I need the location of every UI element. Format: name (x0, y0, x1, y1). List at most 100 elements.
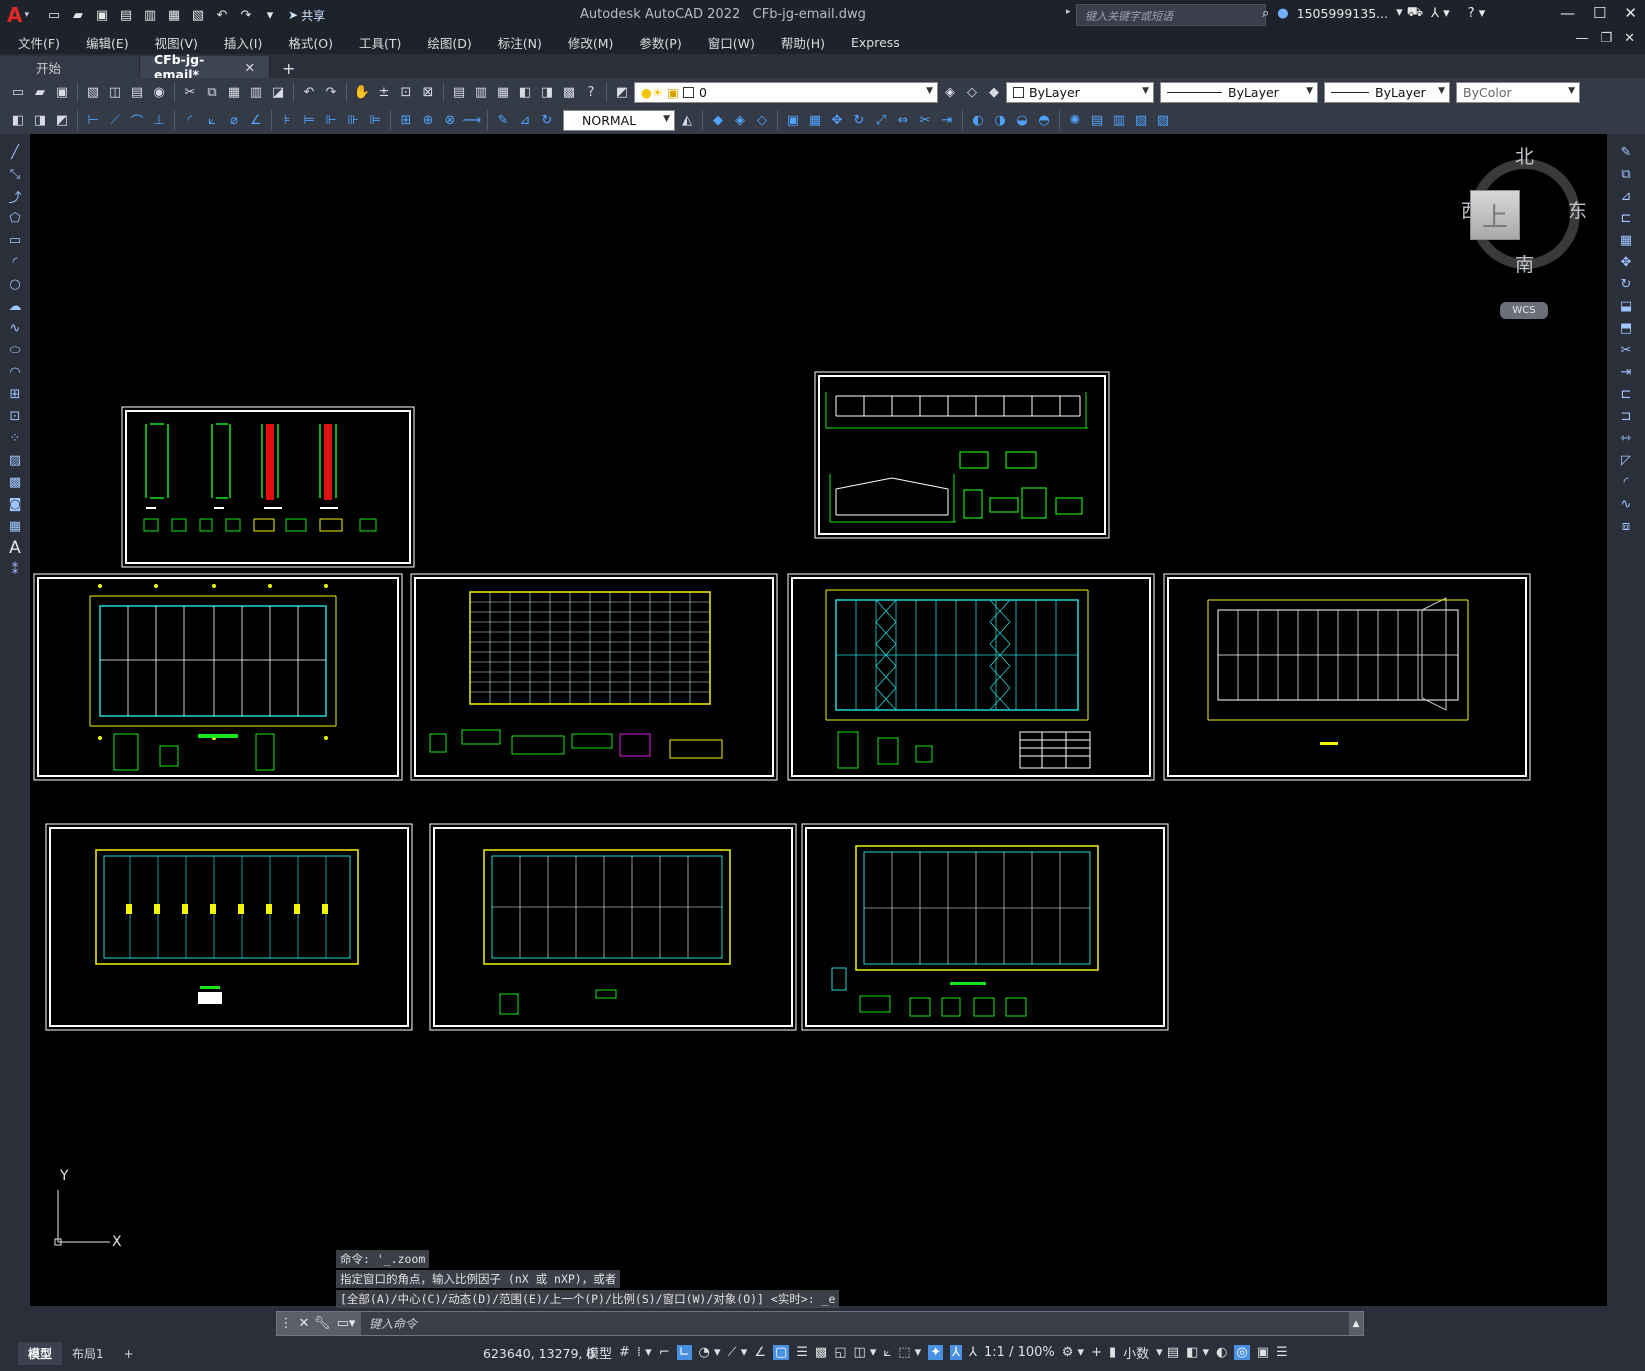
lock-ui-icon[interactable]: ◧ ▾ (1186, 1345, 1209, 1360)
aligned-dim-icon[interactable]: ⟋ (105, 110, 125, 130)
close-icon[interactable]: ✕ (295, 1316, 313, 1331)
export-icon[interactable]: ▦ (164, 5, 184, 25)
arc-length-icon[interactable]: ⌒ (127, 110, 147, 130)
revcloud-icon[interactable]: ☁ (4, 296, 26, 316)
isolate-objects-icon[interactable]: ◐ (1216, 1345, 1227, 1360)
help-search-input[interactable]: 键入关键字或短语 (1076, 4, 1266, 26)
move-icon[interactable]: ✥ (1615, 252, 1637, 272)
array-icon[interactable]: ▦ (805, 110, 825, 130)
layer-state-icon[interactable]: ◆ (984, 82, 1004, 102)
offset-icon[interactable]: ⊏ (1615, 208, 1637, 228)
erase-icon[interactable]: ◆ (708, 110, 728, 130)
command-input[interactable]: 键入命令 (361, 1312, 1349, 1335)
customize-icon[interactable]: 🔧︎ (313, 1316, 331, 1331)
infer-icon[interactable]: ⌐ (659, 1345, 670, 1360)
mirror-icon[interactable]: ◇ (752, 110, 772, 130)
add-layout-icon[interactable]: + (114, 1344, 144, 1364)
plot-icon[interactable]: ▧ (83, 82, 103, 102)
model-space-button[interactable]: 模型 (586, 1343, 612, 1362)
cut-icon[interactable]: ✂ (180, 82, 200, 102)
quick-dim-icon[interactable]: ⊧ (277, 110, 297, 130)
undo-icon[interactable]: ↶ (299, 82, 319, 102)
join-icon[interactable]: ⇿ (1615, 428, 1637, 448)
sheet-purlin-layout[interactable] (429, 823, 797, 1031)
tab-model[interactable]: 模型 (18, 1342, 63, 1365)
ortho-icon[interactable]: ∟ (676, 1345, 692, 1360)
rectangle-icon[interactable]: ▭ (4, 230, 26, 250)
doc-minimize-icon[interactable]: — (1575, 31, 1588, 46)
minimize-icon[interactable]: — (1560, 4, 1575, 22)
tool-3-icon[interactable]: ◩ (52, 110, 72, 130)
extend-icon[interactable]: ⇥ (937, 110, 957, 130)
point-icon[interactable]: ⁘ (4, 428, 26, 448)
sheet-foundation-plan[interactable] (33, 573, 403, 781)
calculator-icon[interactable]: ▩ (559, 82, 579, 102)
sheet-elevation[interactable] (814, 371, 1110, 539)
add-selected-icon[interactable]: ⁑ (4, 560, 26, 580)
blend-icon[interactable]: ∿ (1615, 494, 1637, 514)
grid-icon[interactable]: # (619, 1345, 630, 1360)
doc-close-icon[interactable]: ✕ (1624, 31, 1635, 46)
inspect-icon[interactable]: ⊗ (440, 110, 460, 130)
new-file-icon[interactable]: ▭ (44, 5, 64, 25)
open-icon[interactable]: ▰ (30, 82, 50, 102)
design-center-icon[interactable]: ▥ (471, 82, 491, 102)
viewcube-top-face[interactable]: 上 (1470, 190, 1520, 240)
auto-scale-icon[interactable]: ⅄ (969, 1345, 977, 1360)
pan-icon[interactable]: ✋ (352, 82, 372, 102)
break-at-point-icon[interactable]: ◐ (968, 110, 988, 130)
menu-window[interactable]: 窗口(W) (708, 33, 755, 52)
osnap-tracking-icon[interactable]: ∠ (754, 1345, 766, 1360)
break-at-point-icon[interactable]: ⊐ (1615, 406, 1637, 426)
chevron-up-icon[interactable]: ▲ (1349, 1319, 1363, 1329)
array-icon[interactable]: ▦ (1615, 230, 1637, 250)
trim-icon[interactable]: ✂ (915, 110, 935, 130)
construction-line-icon[interactable]: ⤡ (4, 164, 26, 184)
chamfer-icon[interactable]: ◒ (1012, 110, 1032, 130)
sheet-roof-plan[interactable] (410, 573, 778, 781)
sheet-wall-plan[interactable] (1163, 573, 1531, 781)
viewcube-east[interactable]: 东 (1568, 196, 1587, 223)
menu-edit[interactable]: 编辑(E) (86, 33, 129, 52)
save-icon[interactable]: ▣ (92, 5, 112, 25)
tool-1-icon[interactable]: ◧ (8, 110, 28, 130)
recent-commands-icon[interactable]: ▭▾ (331, 1316, 361, 1331)
hatch-edit-icon[interactable]: ▨ (1153, 110, 1173, 130)
ungroup-icon[interactable]: ▥ (1109, 110, 1129, 130)
help-icon[interactable]: ? ▾ (1468, 6, 1486, 21)
menu-draw[interactable]: 绘图(D) (427, 33, 471, 52)
line-icon[interactable]: ╱ (4, 142, 26, 162)
baseline-icon[interactable]: ⊨ (299, 110, 319, 130)
block-editor-icon[interactable]: ◪ (268, 82, 288, 102)
ellipse-arc-icon[interactable]: ◠ (4, 362, 26, 382)
gizmo-icon[interactable]: ✦ (928, 1345, 944, 1360)
trim-icon[interactable]: ✂ (1615, 340, 1637, 360)
make-block-icon[interactable]: ⊡ (4, 406, 26, 426)
qnew-icon[interactable]: ▭ (8, 82, 28, 102)
snap-icon[interactable]: ⁞ ▾ (637, 1345, 652, 1360)
dim-style-icon[interactable]: ◭ (677, 110, 697, 130)
continue-icon[interactable]: ⊩ (321, 110, 341, 130)
layer-dropdown[interactable]: ●☀ ▣ 0 ▼ (634, 81, 938, 103)
linear-dim-icon[interactable]: ⊢ (83, 110, 103, 130)
mtext-icon[interactable]: A (4, 538, 26, 558)
viewcube-north[interactable]: 北 (1515, 142, 1534, 169)
markup-icon[interactable]: ◨ (537, 82, 557, 102)
polyline-icon[interactable]: ⤴ (4, 186, 26, 206)
menu-dimension[interactable]: 标注(N) (498, 33, 542, 52)
make-current-icon[interactable]: ◈ (940, 82, 960, 102)
layer-previous-icon[interactable]: ◇ (962, 82, 982, 102)
hatch-icon[interactable]: ▨ (4, 450, 26, 470)
region-icon[interactable]: ◙ (4, 494, 26, 514)
offset-icon[interactable]: ▣ (783, 110, 803, 130)
erase-icon[interactable]: ✎ (1615, 142, 1637, 162)
osnap-icon[interactable]: ▢ (772, 1345, 790, 1360)
autodesk-app-icon[interactable]: ⅄ ▾ (1431, 6, 1450, 21)
menu-parametric[interactable]: 参数(P) (639, 33, 681, 52)
user-name[interactable]: 1505999135... (1297, 6, 1388, 21)
join-icon[interactable]: ◑ (990, 110, 1010, 130)
isodraft-icon[interactable]: ⟋ ▾ (728, 1345, 748, 1360)
drawing-canvas[interactable]: Y X 北 南 东 西 (30, 134, 1607, 1306)
tab-start[interactable]: 开始 (0, 56, 140, 78)
stretch-icon[interactable]: ⬒ (1615, 318, 1637, 338)
